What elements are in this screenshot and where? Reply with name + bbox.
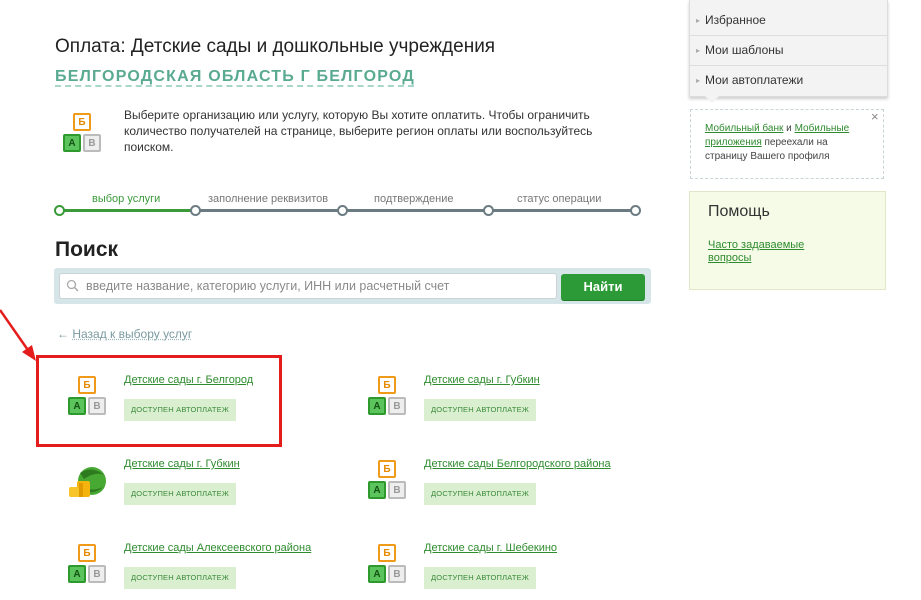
step-dot [630, 205, 641, 216]
annotation-arrow-icon [0, 309, 36, 361]
abv-blocks-icon: Б А В [61, 113, 103, 155]
block-letter: Б [78, 544, 96, 562]
arrow-right-icon: ▸ [696, 76, 701, 85]
faq-link[interactable]: Часто задаваемые вопросы [708, 239, 818, 265]
provider-link[interactable]: Детские сады г. Шебекино [424, 542, 557, 554]
block-letter: Б [378, 544, 396, 562]
abv-blocks-icon: Б А В [366, 544, 408, 586]
block-letter: Б [73, 113, 91, 131]
menu-pointer [705, 96, 719, 103]
block-letter: В [83, 134, 101, 152]
highlight-frame [36, 355, 282, 447]
promo-conjunction: и [783, 123, 795, 134]
block-letter: Б [378, 460, 396, 478]
menu-item-templates[interactable]: ▸ Мои шаблоны [690, 36, 887, 65]
steps-progress-remaining [194, 209, 634, 212]
close-icon[interactable]: × [871, 109, 879, 124]
step-dot [483, 205, 494, 216]
search-title: Поиск [55, 238, 119, 261]
search-placeholder: введите название, категорию услуги, ИНН … [86, 279, 450, 293]
step-dot [337, 205, 348, 216]
provider-link[interactable]: Детские сады г. Губкин [124, 458, 240, 470]
step-label-service: выбор услуги [92, 193, 161, 205]
menu-item-label: Избранное [705, 13, 766, 27]
arrow-left-icon: ← [57, 327, 69, 341]
block-letter: А [368, 397, 386, 415]
back-link-label: Назад к выбору услуг [72, 327, 193, 341]
golden-ball-icon [69, 467, 106, 497]
menu-item-autopayments[interactable]: ▸ Мои автоплатежи [690, 66, 887, 95]
block-letter: А [68, 565, 86, 583]
search-icon [66, 279, 79, 292]
menu-item-label: Мои шаблоны [705, 43, 784, 57]
intro-text: Выберите организацию или услугу, которую… [124, 108, 593, 154]
help-title: Помощь [708, 203, 770, 220]
arrow-right-icon: ▸ [696, 16, 701, 25]
quick-menu: ▸ Избранное ▸ Мои шаблоны ▸ Мои автоплат… [689, 0, 888, 97]
block-letter: В [88, 565, 106, 583]
search-button[interactable]: Найти [561, 274, 645, 301]
abv-blocks-icon: Б А В [366, 376, 408, 418]
mobile-bank-link[interactable]: Мобильный банк [705, 123, 783, 134]
menu-item-label: Мои автоплатежи [705, 73, 804, 87]
abv-blocks-icon: Б А В [366, 460, 408, 502]
provider-link[interactable]: Детские сады Алексеевского района [124, 542, 311, 554]
autopay-badge: ДОСТУПЕН АВТОПЛАТЕЖ [424, 483, 536, 505]
block-letter: А [368, 565, 386, 583]
provider-link[interactable]: Детские сады г. Губкин [424, 374, 540, 386]
provider-link[interactable]: Детские сады Белгородского района [424, 458, 611, 470]
block-letter: В [388, 565, 406, 583]
block-letter: А [63, 134, 81, 152]
step-label-details: заполнение реквизитов [208, 193, 329, 205]
block-letter: В [388, 397, 406, 415]
autopay-badge: ДОСТУПЕН АВТОПЛАТЕЖ [424, 399, 536, 421]
step-label-confirm: подтверждение [374, 193, 454, 205]
promo-text: Мобильный банк и Мобильные приложения пе… [705, 122, 870, 164]
region-selector-link[interactable]: БЕЛГОРОДСКАЯ ОБЛАСТЬ Г БЕЛГОРОД [55, 68, 415, 86]
page-title: Оплата: Детские сады и дошкольные учрежд… [55, 36, 496, 57]
block-letter: В [388, 481, 406, 499]
step-dot [54, 205, 65, 216]
step-label-status: статус операции [517, 193, 602, 205]
steps-progress-done [59, 209, 194, 212]
back-to-services-link[interactable]: ← Назад к выбору услуг [57, 327, 192, 341]
menu-item-favorites[interactable]: ▸ Избранное [690, 6, 887, 35]
block-letter: Б [378, 376, 396, 394]
block-letter: А [368, 481, 386, 499]
autopay-badge: ДОСТУПЕН АВТОПЛАТЕЖ [424, 567, 536, 589]
step-dot [190, 205, 201, 216]
abv-blocks-icon: Б А В [66, 544, 108, 586]
arrow-right-icon: ▸ [696, 46, 701, 55]
autopay-badge: ДОСТУПЕН АВТОПЛАТЕЖ [124, 483, 236, 505]
autopay-badge: ДОСТУПЕН АВТОПЛАТЕЖ [124, 567, 236, 589]
